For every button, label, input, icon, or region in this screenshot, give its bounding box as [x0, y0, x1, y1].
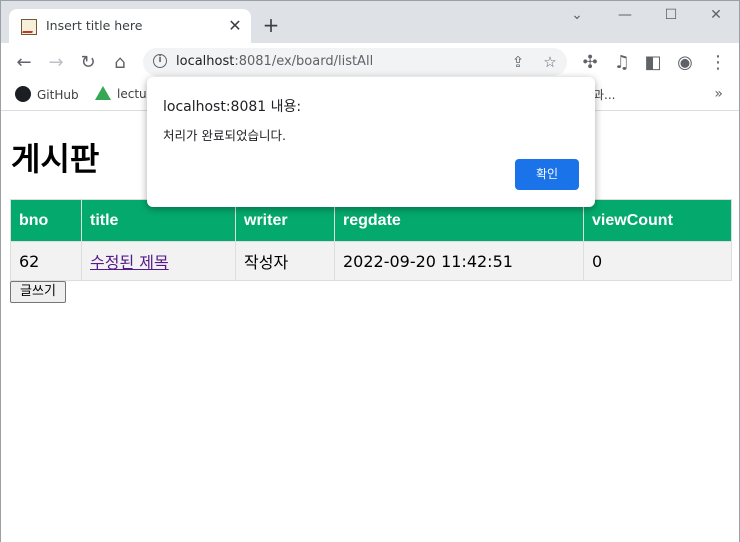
url-path: :8081/ex/board/listAll [234, 54, 374, 69]
page-favicon-icon [21, 19, 37, 35]
minimize-button[interactable]: — [610, 7, 640, 27]
back-arrow-icon[interactable]: ← [13, 52, 35, 74]
dialog-message: 처리가 완료되었습니다. [163, 128, 286, 143]
cell-writer: 작성자 [235, 241, 335, 281]
bookmark-star-icon[interactable]: ☆ [541, 53, 559, 71]
forward-arrow-icon[interactable]: → [45, 52, 67, 74]
bookmark-truncated[interactable]: 과... [593, 86, 615, 103]
tab-search-chevron-icon[interactable]: ⌄ [562, 7, 592, 27]
tab-strip: Insert title here ✕ + ⌄ — ☐ ✕ [1, 1, 739, 43]
bookmark-github[interactable]: GitHub [15, 86, 79, 102]
board-table: bno title writer regdate viewCount 62 수정… [10, 199, 732, 281]
side-panel-icon[interactable]: ◧ [642, 52, 664, 74]
google-drive-icon [95, 86, 111, 100]
reload-icon[interactable]: ↻ [77, 52, 99, 74]
site-info-icon[interactable]: i [153, 54, 167, 68]
close-window-button[interactable]: ✕ [701, 7, 731, 27]
cell-bno: 62 [10, 241, 82, 281]
bookmark-github-label: GitHub [37, 88, 79, 102]
dialog-ok-button[interactable]: 확인 [515, 159, 579, 190]
cell-viewcount: 0 [583, 241, 732, 281]
bookmark-lecture[interactable]: lectu [95, 86, 147, 101]
cell-title: 수정된 제목 [81, 241, 236, 281]
github-icon [15, 86, 31, 102]
table-row: 62 수정된 제목 작성자 2022-09-20 11:42:51 0 [10, 241, 732, 281]
extensions-puzzle-icon[interactable]: ✣ [579, 52, 601, 74]
alert-dialog: localhost:8081 내용: 처리가 완료되었습니다. 확인 [147, 77, 595, 207]
cell-regdate: 2022-09-20 11:42:51 [334, 241, 584, 281]
share-icon[interactable]: ⇪ [509, 53, 527, 71]
post-title-link[interactable]: 수정된 제목 [90, 253, 169, 272]
profile-avatar-icon[interactable]: ◉ [674, 52, 696, 74]
tab-title: Insert title here [46, 18, 143, 33]
page-title: 게시판 [11, 140, 100, 178]
maximize-button[interactable]: ☐ [656, 7, 686, 27]
tab-active[interactable]: Insert title here ✕ [9, 9, 251, 43]
browser-toolbar: ← → ↻ ⌂ i localhost:8081/ex/board/listAl… [1, 43, 739, 81]
browser-window: Insert title here ✕ + ⌄ — ☐ ✕ ← → ↻ ⌂ i … [0, 0, 740, 542]
bookmark-lecture-label: lectu [117, 87, 147, 101]
media-control-icon[interactable]: ♫ [611, 52, 633, 74]
bookmarks-overflow-icon[interactable]: » [714, 86, 723, 102]
column-header-bno: bno [10, 199, 82, 242]
url-host: localhost [176, 54, 235, 69]
new-tab-button[interactable]: + [261, 15, 281, 35]
tab-close-icon[interactable]: ✕ [227, 18, 243, 34]
url-text[interactable]: localhost:8081/ex/board/listAll [176, 54, 373, 69]
column-header-viewcount: viewCount [583, 199, 732, 242]
write-post-button[interactable]: 글쓰기 [10, 281, 66, 303]
dialog-title: localhost:8081 내용: [163, 99, 302, 115]
address-bar[interactable]: i localhost:8081/ex/board/listAll ⇪ ☆ [143, 48, 567, 76]
home-icon[interactable]: ⌂ [109, 52, 131, 74]
menu-kebab-icon[interactable]: ⋮ [707, 52, 729, 74]
